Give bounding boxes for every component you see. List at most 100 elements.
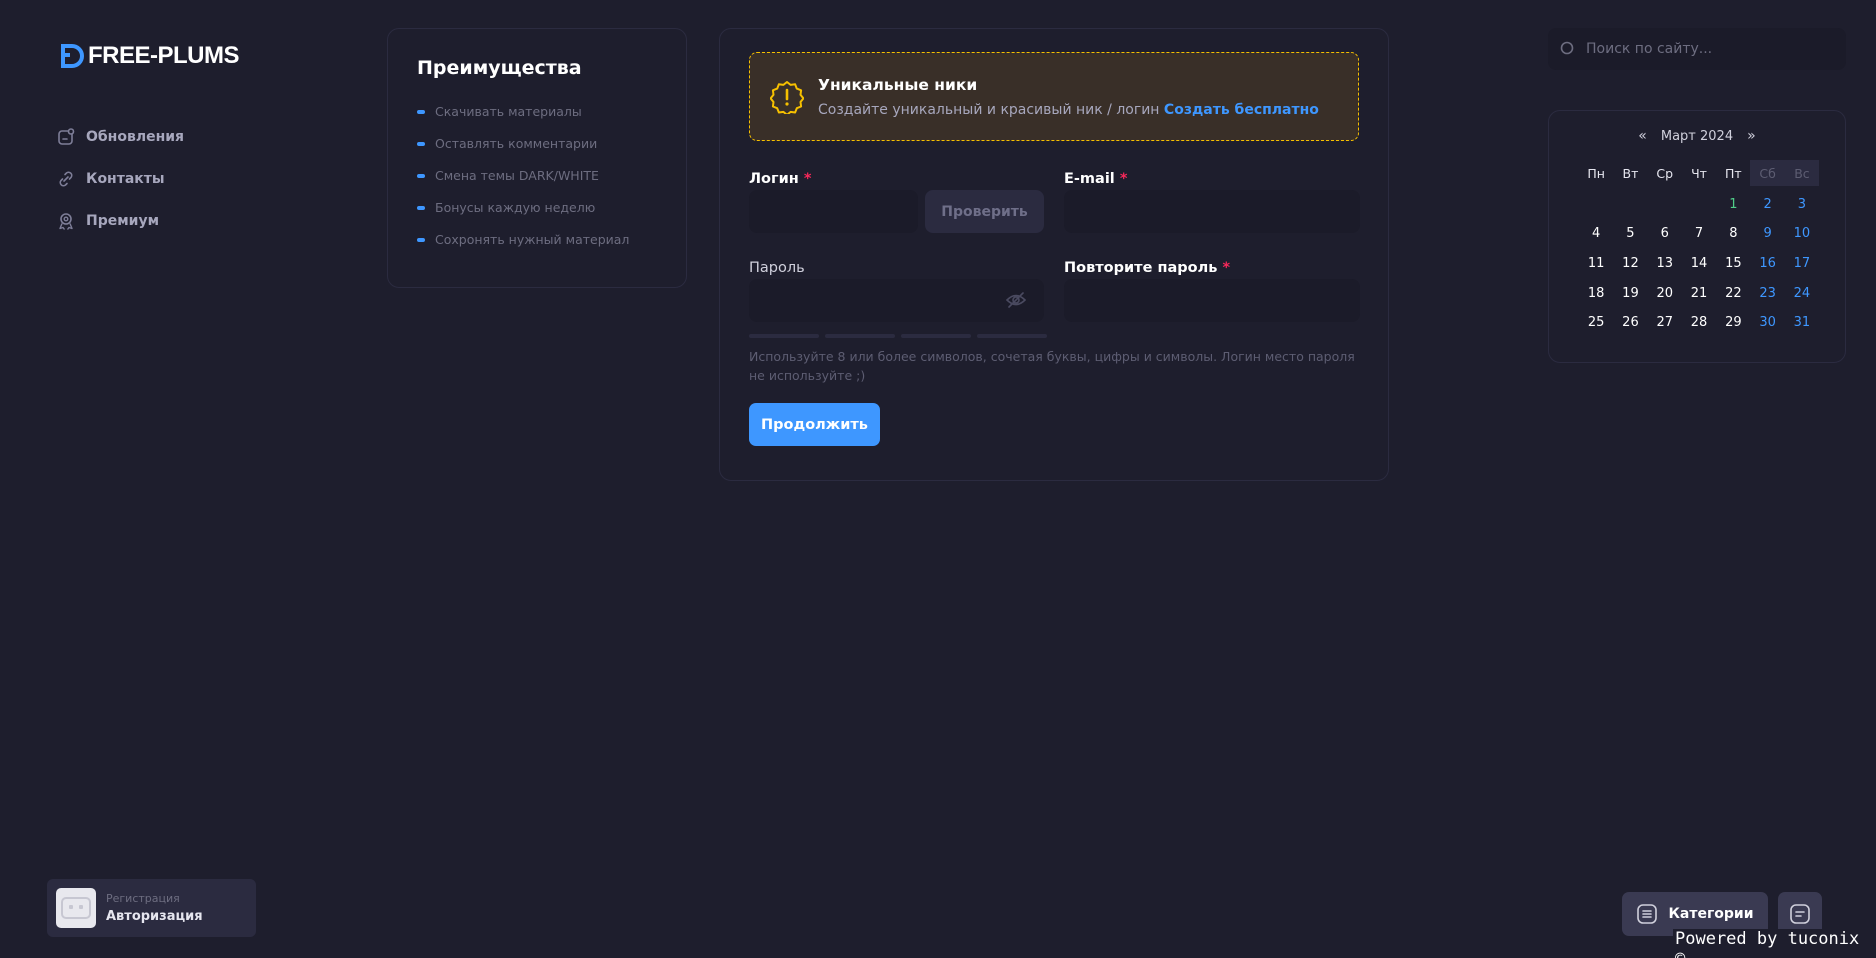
calendar-day[interactable]: 17	[1785, 249, 1819, 279]
password-hint: Используйте 8 или более символов, сочета…	[749, 349, 1355, 383]
calendar-blank	[1579, 190, 1613, 220]
sidebar-item-label: Обновления	[86, 129, 185, 145]
calendar-day[interactable]: 28	[1682, 308, 1716, 338]
required-mark: *	[803, 171, 812, 187]
repeat-password-input[interactable]	[1064, 279, 1360, 322]
site-logo[interactable]: FREE-PLUMS	[60, 42, 240, 70]
create-free-link[interactable]: Создать бесплатно	[1164, 102, 1319, 118]
sidebar-item-contacts[interactable]: Контакты	[56, 168, 184, 190]
bullet-icon	[417, 237, 425, 242]
auth-widget[interactable]: Регистрация Авторизация	[47, 879, 256, 937]
strength-segment	[977, 334, 1047, 338]
calendar-day[interactable]: 14	[1682, 249, 1716, 279]
calendar-day[interactable]: 11	[1579, 249, 1613, 279]
sidebar-item-updates[interactable]: Обновления	[56, 126, 184, 148]
advantages-list: Скачивать материалы Оставлять комментари…	[417, 103, 657, 248]
sidebar-item-label: Контакты	[86, 171, 165, 187]
notice-title: Уникальные ники	[818, 75, 978, 94]
calendar-grid: Пн Вт Ср Чт Пт Сб Вс 1 2 3 4 5 6 7 8 9 10 11 12 13 14 15 16 17 1…	[1579, 160, 1845, 338]
calendar-day[interactable]: 15	[1716, 249, 1750, 279]
calendar-day[interactable]: 23	[1750, 278, 1784, 308]
sidebar-item-premium[interactable]: Премиум	[56, 210, 184, 232]
calendar-weekday: Пн	[1587, 165, 1605, 181]
list-item-label: Скачивать материалы	[435, 104, 582, 119]
calendar-day[interactable]: 22	[1716, 278, 1750, 308]
powered-by-footer: Powered by tuconix ©	[1673, 929, 1876, 958]
calendar-day[interactable]: 29	[1716, 308, 1750, 338]
calendar-day[interactable]: 3	[1785, 190, 1819, 220]
continue-button[interactable]: Продолжить	[749, 403, 880, 446]
login-link[interactable]: Авторизация	[106, 909, 203, 924]
calendar-day[interactable]: 27	[1648, 308, 1682, 338]
user-avatar-icon	[61, 897, 91, 919]
calendar-day[interactable]: 12	[1613, 249, 1647, 279]
email-input[interactable]	[1064, 190, 1360, 233]
updates-icon	[56, 127, 76, 147]
required-mark: *	[1222, 260, 1231, 276]
auth-text: Регистрация Авторизация	[106, 892, 203, 924]
repeat-password-label-text: Повторите пароль	[1064, 260, 1218, 276]
calendar-day[interactable]: 21	[1682, 278, 1716, 308]
calendar-prev-button[interactable]: «	[1638, 128, 1647, 144]
calendar-weekday: Ср	[1656, 165, 1674, 181]
calendar-day[interactable]: 5	[1613, 219, 1647, 249]
bullet-icon	[417, 109, 425, 114]
calendar-weekday: Чт	[1691, 165, 1707, 181]
calendar-month: Март 2024	[1660, 128, 1734, 144]
calendar-day[interactable]: 7	[1682, 219, 1716, 249]
password-label: Пароль	[749, 260, 805, 276]
calendar-day[interactable]: 25	[1579, 308, 1613, 338]
check-login-button[interactable]: Проверить	[925, 190, 1044, 233]
calendar-day-today[interactable]: 1	[1716, 190, 1750, 220]
registration-card: Уникальные ники Создайте уникальный и кр…	[719, 28, 1389, 481]
calendar-day[interactable]: 13	[1648, 249, 1682, 279]
unique-nick-notice: Уникальные ники Создайте уникальный и кр…	[749, 52, 1359, 141]
notice-description: Создайте уникальный и красивый ник / лог…	[818, 101, 1160, 118]
list-item: Бонусы каждую неделю	[417, 199, 657, 216]
strength-segment	[749, 334, 819, 338]
registration-form: Логин * Проверить E-mail * Пароль Повтор…	[749, 171, 1360, 471]
list-item-label: Смена темы DARK/WHITE	[435, 168, 599, 183]
warning-icon	[770, 80, 804, 114]
calendar-blank	[1613, 190, 1647, 220]
list-icon	[1637, 904, 1658, 924]
calendar-weekday: Вс	[1784, 160, 1820, 186]
calendar-day[interactable]: 6	[1648, 219, 1682, 249]
search-icon	[1560, 41, 1574, 55]
premium-icon	[56, 211, 76, 231]
calendar-day[interactable]: 19	[1613, 278, 1647, 308]
calendar-day[interactable]: 4	[1579, 219, 1613, 249]
calendar-day[interactable]: 26	[1613, 308, 1647, 338]
login-input[interactable]	[749, 190, 918, 233]
calendar-day[interactable]: 9	[1750, 219, 1784, 249]
calendar-day[interactable]: 31	[1785, 308, 1819, 338]
calendar-day[interactable]: 8	[1716, 219, 1750, 249]
strength-segment	[901, 334, 971, 338]
calendar-day[interactable]: 16	[1750, 249, 1784, 279]
email-label-text: E-mail	[1064, 171, 1115, 187]
email-label: E-mail *	[1064, 171, 1127, 187]
logo-icon	[61, 44, 84, 68]
calendar-widget: « Март 2024 » Пн Вт Ср Чт Пт Сб Вс 1 2 3 4 5 6 7 8 9 10 1…	[1548, 110, 1846, 363]
password-input[interactable]	[749, 279, 1044, 322]
bullet-icon	[417, 173, 425, 178]
calendar-next-button[interactable]: »	[1747, 128, 1756, 144]
calendar-day[interactable]: 20	[1648, 278, 1682, 308]
list-item-label: Оставлять комментарии	[435, 136, 598, 151]
calendar-day[interactable]: 30	[1750, 308, 1784, 338]
calendar-day[interactable]: 24	[1785, 278, 1819, 308]
list-item: Смена темы DARK/WHITE	[417, 167, 657, 184]
advantages-title: Преимущества	[417, 57, 582, 79]
categories-label: Категории	[1668, 906, 1754, 922]
calendar-day[interactable]: 2	[1750, 190, 1784, 220]
calendar-weekday: Сб	[1750, 160, 1785, 186]
notice-body: Уникальные ники Создайте уникальный и кр…	[818, 76, 1319, 118]
list-item: Оставлять комментарии	[417, 135, 657, 152]
calendar-day[interactable]: 18	[1579, 278, 1613, 308]
calendar-weekday: Пт	[1724, 165, 1742, 181]
message-icon	[1790, 904, 1810, 924]
calendar-day[interactable]: 10	[1785, 219, 1819, 249]
sidebar-item-label: Премиум	[86, 213, 160, 229]
eye-slash-icon[interactable]	[1005, 289, 1027, 311]
search-input[interactable]	[1586, 41, 1826, 57]
